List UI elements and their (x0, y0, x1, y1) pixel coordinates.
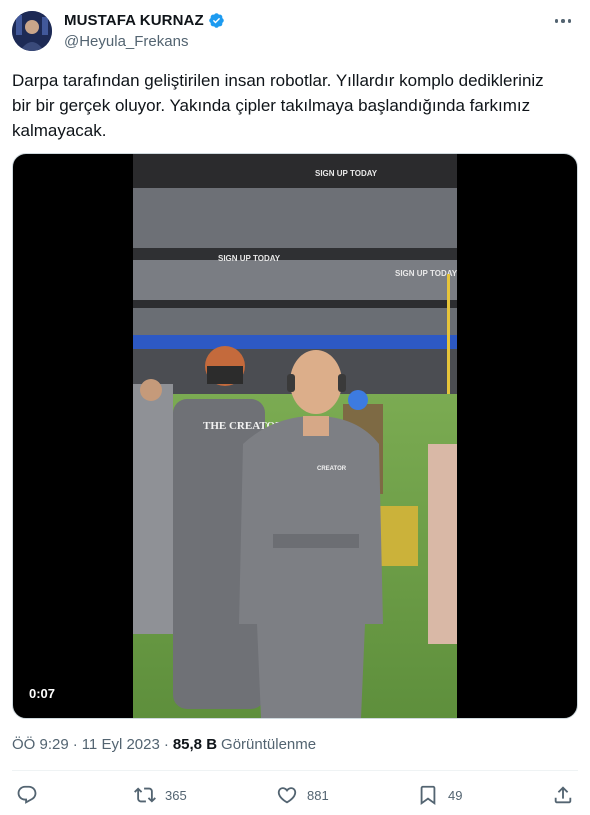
stadium-sign: SIGN UP TODAY (315, 169, 378, 178)
retweet-count: 365 (165, 787, 187, 803)
retweet-button[interactable]: 365 (134, 784, 187, 806)
video-player[interactable]: SIGN UP TODAY SIGN UP TODAY SIGN UP TODA… (12, 153, 578, 719)
tweet-time[interactable]: ÖÖ 9:29 (12, 736, 69, 753)
author-handle[interactable]: @Heyula_Frekans (64, 33, 188, 50)
tweet-meta: ÖÖ 9:29 · 11 Eyl 2023 · 85,8 B Görüntüle… (12, 736, 316, 753)
action-bar: 365 881 49 (0, 784, 590, 810)
reply-icon (17, 785, 37, 804)
uniform-badge: CREATOR (317, 466, 347, 472)
dot-icon (567, 19, 572, 23)
view-label: Görüntülenme (221, 736, 317, 753)
retweet-icon (134, 787, 156, 803)
video-duration: 0:07 (23, 683, 62, 704)
video-frame[interactable]: SIGN UP TODAY SIGN UP TODAY SIGN UP TODA… (133, 154, 457, 718)
bookmark-icon (420, 785, 436, 806)
bookmark-button[interactable]: 49 (417, 784, 462, 806)
meta-separator: · (72, 736, 78, 753)
tweet-card: MUSTAFA KURNAZ @Heyula_Frekans Darpa tar… (0, 0, 590, 815)
verified-badge-icon (208, 12, 225, 29)
like-button[interactable]: 881 (276, 784, 329, 806)
avatar[interactable] (12, 11, 52, 51)
more-options-button[interactable] (552, 11, 574, 31)
share-button[interactable] (552, 784, 574, 806)
heart-icon (277, 787, 297, 804)
bookmark-count: 49 (448, 787, 463, 803)
tweet-date[interactable]: 11 Eyl 2023 (82, 736, 160, 753)
author-row: MUSTAFA KURNAZ (64, 12, 225, 29)
tweet-text: Darpa tarafından geliştirilen insan robo… (12, 71, 544, 140)
author-name[interactable]: MUSTAFA KURNAZ (64, 12, 204, 29)
divider (12, 770, 578, 771)
video-thumbnail: SIGN UP TODAY SIGN UP TODAY SIGN UP TODA… (133, 154, 457, 718)
dot-icon (554, 19, 559, 23)
view-count: 85,8 B (172, 736, 218, 753)
dot-icon (561, 19, 565, 23)
share-icon (554, 786, 572, 804)
reply-button[interactable] (16, 784, 47, 806)
stadium-sign: SIGN UP TODAY (218, 254, 281, 263)
meta-separator: · (163, 736, 169, 753)
like-count: 881 (307, 787, 329, 803)
